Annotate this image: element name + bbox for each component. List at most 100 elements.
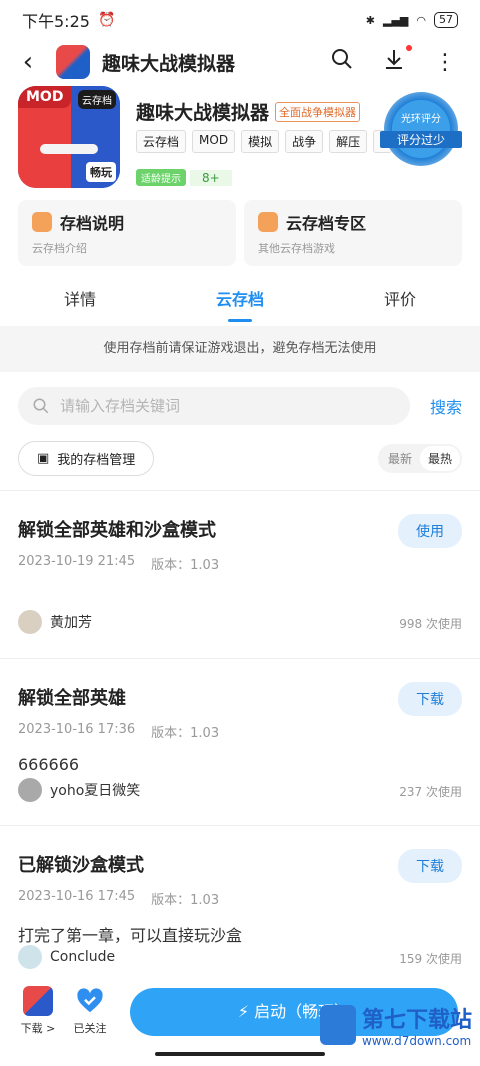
sort-hottest[interactable]: 最热 (419, 445, 460, 471)
info-cards: 存档说明 云存档介绍 云存档专区 其他云存档游戏 (18, 200, 462, 266)
tag-item[interactable]: 模拟 (241, 130, 280, 153)
notice-banner: 使用存档前请保证游戏退出，避免存档无法使用 (0, 326, 480, 372)
list-item: 解锁全部英雄 2023-10-16 17:36 版本：1.03 666666 下… (18, 682, 462, 814)
age-value: 8+ (190, 169, 232, 186)
use-count: 998 次使用 (399, 617, 462, 631)
search-button[interactable]: 搜索 (430, 394, 462, 418)
status-bar: 下午5:25 ⏰ ✱ ▂▄▆ ◠ 57 (0, 0, 480, 40)
search-row: 搜索 (18, 386, 462, 426)
card-title: 云存档专区 (286, 214, 367, 233)
author-name: Conclude (50, 949, 116, 965)
notification-dot (406, 45, 412, 51)
avatar (18, 778, 42, 802)
use-count: 237 次使用 (399, 785, 462, 799)
save-author[interactable]: yoho夏日微笑 (18, 778, 140, 802)
tab-reviews[interactable]: 评价 (320, 284, 480, 324)
cloud-zone-card[interactable]: 云存档专区 其他云存档游戏 (244, 200, 462, 266)
card-subtitle: 云存档介绍 (32, 242, 87, 255)
search-icon (33, 398, 49, 414)
avatar (18, 945, 42, 969)
download-button[interactable]: 下载 (398, 682, 462, 716)
watermark: 第七下载站 www.d7down.com (319, 1002, 472, 1048)
watermark-logo (319, 1005, 356, 1045)
author-name: yoho夏日微笑 (50, 783, 141, 799)
back-icon[interactable]: ‹ (0, 47, 56, 77)
app-header: MOD 云存档 畅玩 趣味大战模拟器 全面战争模拟器 云存档 MOD 模拟 战争… (18, 86, 462, 190)
save-intro-card[interactable]: 存档说明 云存档介绍 (18, 200, 236, 266)
tag-item[interactable]: 云存档 (136, 130, 187, 153)
app-mini-icon (23, 986, 53, 1016)
document-icon (32, 212, 52, 232)
sort-newest[interactable]: 最新 (380, 446, 420, 471)
save-version: 版本：1.03 (151, 726, 220, 741)
signal-icon: ▂▄▆ (383, 13, 409, 27)
alarm-icon: ⏰ (97, 12, 116, 28)
tab-cloud-save[interactable]: 云存档 (160, 284, 320, 324)
download-icon[interactable] (382, 45, 412, 77)
mustache-shape (40, 144, 98, 154)
battery-indicator: 57 (434, 12, 458, 28)
my-saves-label: 我的存档管理 (57, 452, 136, 468)
list-item: 解锁全部英雄和沙盒模式 2023-10-19 21:45 版本：1.03 使用 … (18, 514, 462, 646)
rating-title: 光环评分 (401, 114, 441, 125)
list-item: 已解锁沙盒模式 2023-10-16 17:45 版本：1.03 打完了第一章，… (18, 849, 462, 971)
tab-bar: 详情 云存档 评价 (0, 284, 480, 324)
heart-check-icon (75, 986, 105, 1016)
app-subtitle-badge: 全面战争模拟器 (275, 101, 361, 122)
save-title: 已解锁沙盒模式 (18, 855, 144, 876)
search-input[interactable] (60, 397, 380, 415)
save-date: 2023-10-19 21:45 (18, 554, 136, 569)
rating-value: 评分过少 (380, 131, 462, 148)
save-author[interactable]: Conclude (18, 945, 115, 969)
save-title: 解锁全部英雄 (18, 688, 126, 709)
my-saves-button[interactable]: ▣ 我的存档管理 (18, 440, 155, 476)
save-title: 解锁全部英雄和沙盒模式 (18, 520, 216, 541)
mod-label: MOD (18, 86, 72, 108)
tag-item[interactable]: MOD (192, 130, 236, 153)
divider (0, 490, 480, 491)
age-rating: 适龄提示 8+ (136, 169, 232, 186)
cloud-sync-icon (258, 212, 278, 232)
search-box (18, 387, 410, 425)
save-version: 版本：1.03 (151, 558, 220, 573)
manage-row: ▣ 我的存档管理 最新 最热 (18, 438, 462, 478)
age-label: 适龄提示 (136, 169, 186, 186)
follow-label: 已关注 (73, 1022, 107, 1035)
save-description: 666666 (18, 755, 80, 774)
tag-item[interactable]: 战争 (285, 130, 324, 153)
app-small-icon (56, 45, 90, 79)
sort-toggle: 最新 最热 (377, 443, 462, 473)
bluetooth-icon: ✱ (365, 13, 375, 27)
title-bar: ‹ 趣味大战模拟器 ⋮ (0, 40, 480, 84)
wifi-icon: ◠ (416, 13, 426, 27)
save-author[interactable]: 黄加芳 (18, 610, 92, 634)
divider (0, 825, 480, 826)
search-icon[interactable] (330, 47, 354, 77)
app-name: 趣味大战模拟器 (136, 102, 270, 124)
app-icon: MOD 云存档 畅玩 (18, 86, 120, 188)
download-manager-button[interactable]: 下载 > (20, 986, 56, 1036)
follow-button[interactable]: 已关注 (70, 986, 110, 1036)
avatar (18, 610, 42, 634)
download-button[interactable]: 下载 (398, 849, 462, 883)
tag-list: 云存档 MOD 模拟 战争 解压 › (136, 130, 392, 153)
watermark-url: www.d7down.com (361, 1034, 472, 1048)
cloud-save-label: 云存档 (78, 90, 116, 109)
download-label: 下载 > (20, 1022, 56, 1035)
home-indicator (155, 1052, 325, 1056)
tab-details[interactable]: 详情 (0, 284, 160, 324)
use-button[interactable]: 使用 (398, 514, 462, 548)
author-name: 黄加芳 (50, 615, 92, 631)
save-date: 2023-10-16 17:36 (18, 722, 136, 737)
rating-badge: 光环评分 评分过少 (380, 92, 462, 166)
save-icon: ▣ (37, 450, 50, 466)
save-description: 打完了第一章，可以直接玩沙盒 (18, 926, 243, 945)
tag-item[interactable]: 解压 (329, 130, 368, 153)
page-title: 趣味大战模拟器 (102, 52, 236, 75)
card-title: 存档说明 (60, 214, 125, 233)
card-subtitle: 其他云存档游戏 (258, 242, 335, 255)
watermark-text: 第七下载站 (361, 1008, 472, 1033)
fun-play-label: 畅玩 (86, 162, 116, 182)
more-icon[interactable]: ⋮ (434, 50, 456, 75)
divider (0, 658, 480, 659)
